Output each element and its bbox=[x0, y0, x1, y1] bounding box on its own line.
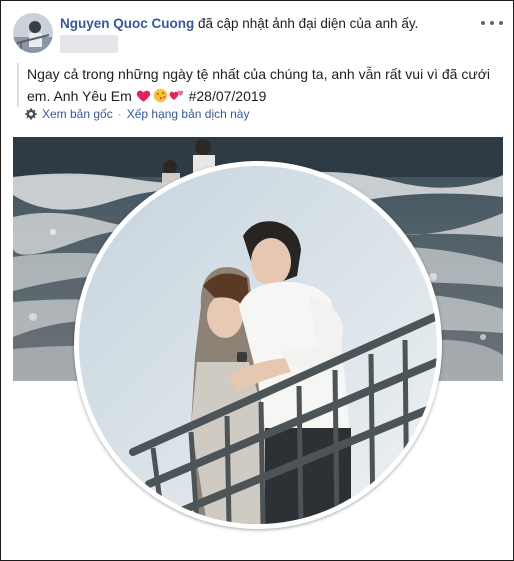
rate-translation-link[interactable]: Xếp hạng bản dịch này bbox=[127, 107, 250, 121]
avatar-image bbox=[13, 13, 53, 53]
three-dots-icon[interactable] bbox=[481, 15, 503, 31]
avatar[interactable] bbox=[13, 13, 53, 53]
post-timestamp-blurred bbox=[60, 35, 118, 53]
post-hashtag[interactable]: #28/07/2019 bbox=[185, 88, 267, 104]
post-card: Nguyen Quoc Cuong đã cập nhật ảnh đại di… bbox=[0, 0, 514, 561]
profile-picture-frame[interactable] bbox=[74, 161, 442, 529]
two-hearts-icon bbox=[169, 90, 184, 100]
couple-photo-image bbox=[79, 166, 437, 524]
profile-picture bbox=[79, 166, 437, 524]
post-caption: Ngay cả trong những ngày tệ nhất của chú… bbox=[17, 63, 495, 107]
gear-icon bbox=[25, 108, 37, 120]
post-header: Nguyen Quoc Cuong đã cập nhật ảnh đại di… bbox=[13, 11, 503, 59]
post-author-line: Nguyen Quoc Cuong đã cập nhật ảnh đại di… bbox=[60, 15, 418, 33]
emoji-group bbox=[136, 88, 185, 104]
author-name-link[interactable]: Nguyen Quoc Cuong bbox=[60, 16, 194, 31]
kissing-face-icon bbox=[153, 88, 167, 103]
translation-bar: Xem bản gốc · Xếp hạng bản dịch này bbox=[25, 107, 249, 121]
heart-icon bbox=[136, 90, 150, 102]
see-original-link[interactable]: Xem bản gốc bbox=[42, 107, 113, 121]
separator-dot: · bbox=[117, 107, 122, 121]
post-action-text: đã cập nhật ảnh đại diện của anh ấy. bbox=[194, 16, 419, 31]
